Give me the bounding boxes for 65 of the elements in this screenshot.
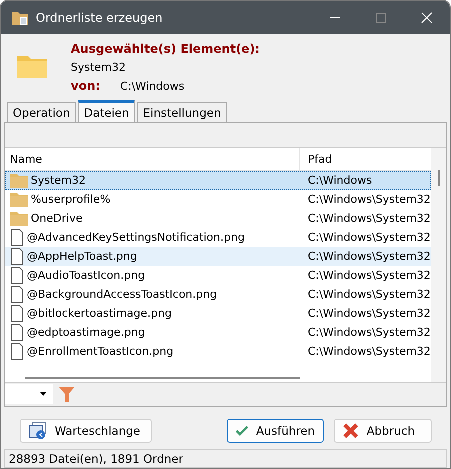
file-icon — [10, 343, 24, 360]
table-row[interactable]: @AdvancedKeySettingsNotification.png C:\Windows\System32 — [5, 228, 431, 247]
file-name: OneDrive — [31, 212, 83, 225]
table-row[interactable]: %userprofile% C:\Windows\System32 — [5, 190, 431, 209]
status-bar: 28893 Datei(en), 1891 Ordner — [4, 449, 447, 468]
file-name: @edptoastimage.png — [27, 326, 146, 339]
column-header[interactable]: Name — [5, 148, 300, 170]
file-path: C:\Windows — [307, 173, 374, 189]
filter-icon[interactable] — [59, 386, 75, 402]
file-icon — [10, 286, 24, 303]
file-icon — [10, 305, 24, 322]
table-row[interactable]: @EnrollmentToastIcon.png C:\Windows\System32 — [5, 342, 431, 361]
run-button[interactable]: Ausführen — [227, 418, 324, 442]
close-icon — [343, 422, 359, 438]
file-path: C:\Windows\System32 — [307, 230, 431, 246]
file-icon — [10, 229, 24, 246]
queue-icon — [29, 422, 47, 440]
selected-label: Ausgewählte(s) Element(e): — [71, 42, 260, 56]
maximize-icon — [375, 12, 387, 24]
window-title: Ordnerliste erzeugen — [36, 10, 164, 24]
file-name: System32 — [31, 174, 86, 187]
file-name: @BackgroundAccessToastIcon.png — [27, 288, 218, 301]
file-name: @AppHelpToast.png — [27, 250, 138, 263]
cancel-button[interactable]: Abbruch — [334, 418, 432, 442]
check-icon — [236, 424, 248, 438]
file-name: @AudioToastIcon.png — [27, 269, 146, 282]
table-row[interactable]: System32 C:\Windows — [5, 171, 431, 190]
file-path: C:\Windows\System32 — [307, 344, 431, 360]
column-header[interactable]: Pfad — [300, 148, 431, 170]
file-name: @EnrollmentToastIcon.png — [27, 345, 174, 358]
tab[interactable]: Einstellungen — [137, 102, 228, 122]
table-row[interactable]: @AudioToastIcon.png C:\Windows\System32 — [5, 266, 431, 285]
file-path: C:\Windows\System32 — [307, 192, 431, 208]
file-path: C:\Windows\System32 — [307, 268, 431, 284]
scrollbar-thumb[interactable] — [438, 170, 440, 186]
file-path: C:\Windows\System32 — [307, 249, 431, 265]
file-icon — [10, 267, 24, 284]
folder-icon — [11, 10, 29, 26]
from-value: C:\Windows — [120, 80, 185, 93]
file-name: @AdvancedKeySettingsNotification.png — [27, 231, 245, 244]
folder-icon — [17, 54, 47, 78]
table-row[interactable]: @bitlockertoastimage.png C:\Windows\System32 — [5, 304, 431, 323]
selected-value: System32 — [71, 61, 128, 74]
scrollbar-thumb[interactable] — [25, 376, 300, 378]
queue-button[interactable]: Warteschlange — [20, 418, 152, 442]
file-path: C:\Windows\System32 — [307, 211, 431, 227]
file-path: C:\Windows\System32 — [307, 306, 431, 322]
file-path: C:\Windows\System32 — [307, 287, 431, 303]
table-row[interactable]: @AppHelpToast.png C:\Windows\System32 — [5, 247, 431, 266]
folder-icon — [10, 212, 28, 226]
folder-icon — [10, 174, 28, 188]
from-label: von: — [71, 79, 100, 93]
tab[interactable]: Operation — [7, 102, 76, 122]
file-name: %userprofile% — [31, 193, 111, 206]
table-row[interactable]: @edptoastimage.png C:\Windows\System32 — [5, 323, 431, 342]
close-icon — [421, 12, 433, 24]
folder-icon — [10, 192, 28, 206]
tab[interactable]: Dateien — [78, 100, 136, 122]
table-row[interactable]: OneDrive C:\Windows\System32 — [5, 209, 431, 228]
file-icon — [10, 324, 24, 341]
file-icon — [10, 248, 24, 265]
table-row[interactable]: @BackgroundAccessToastIcon.png C:\Windows\System32 — [5, 285, 431, 304]
file-name: @bitlockertoastimage.png — [27, 307, 172, 320]
file-path: C:\Windows\System32 — [307, 325, 431, 341]
caret-icon — [40, 392, 47, 396]
